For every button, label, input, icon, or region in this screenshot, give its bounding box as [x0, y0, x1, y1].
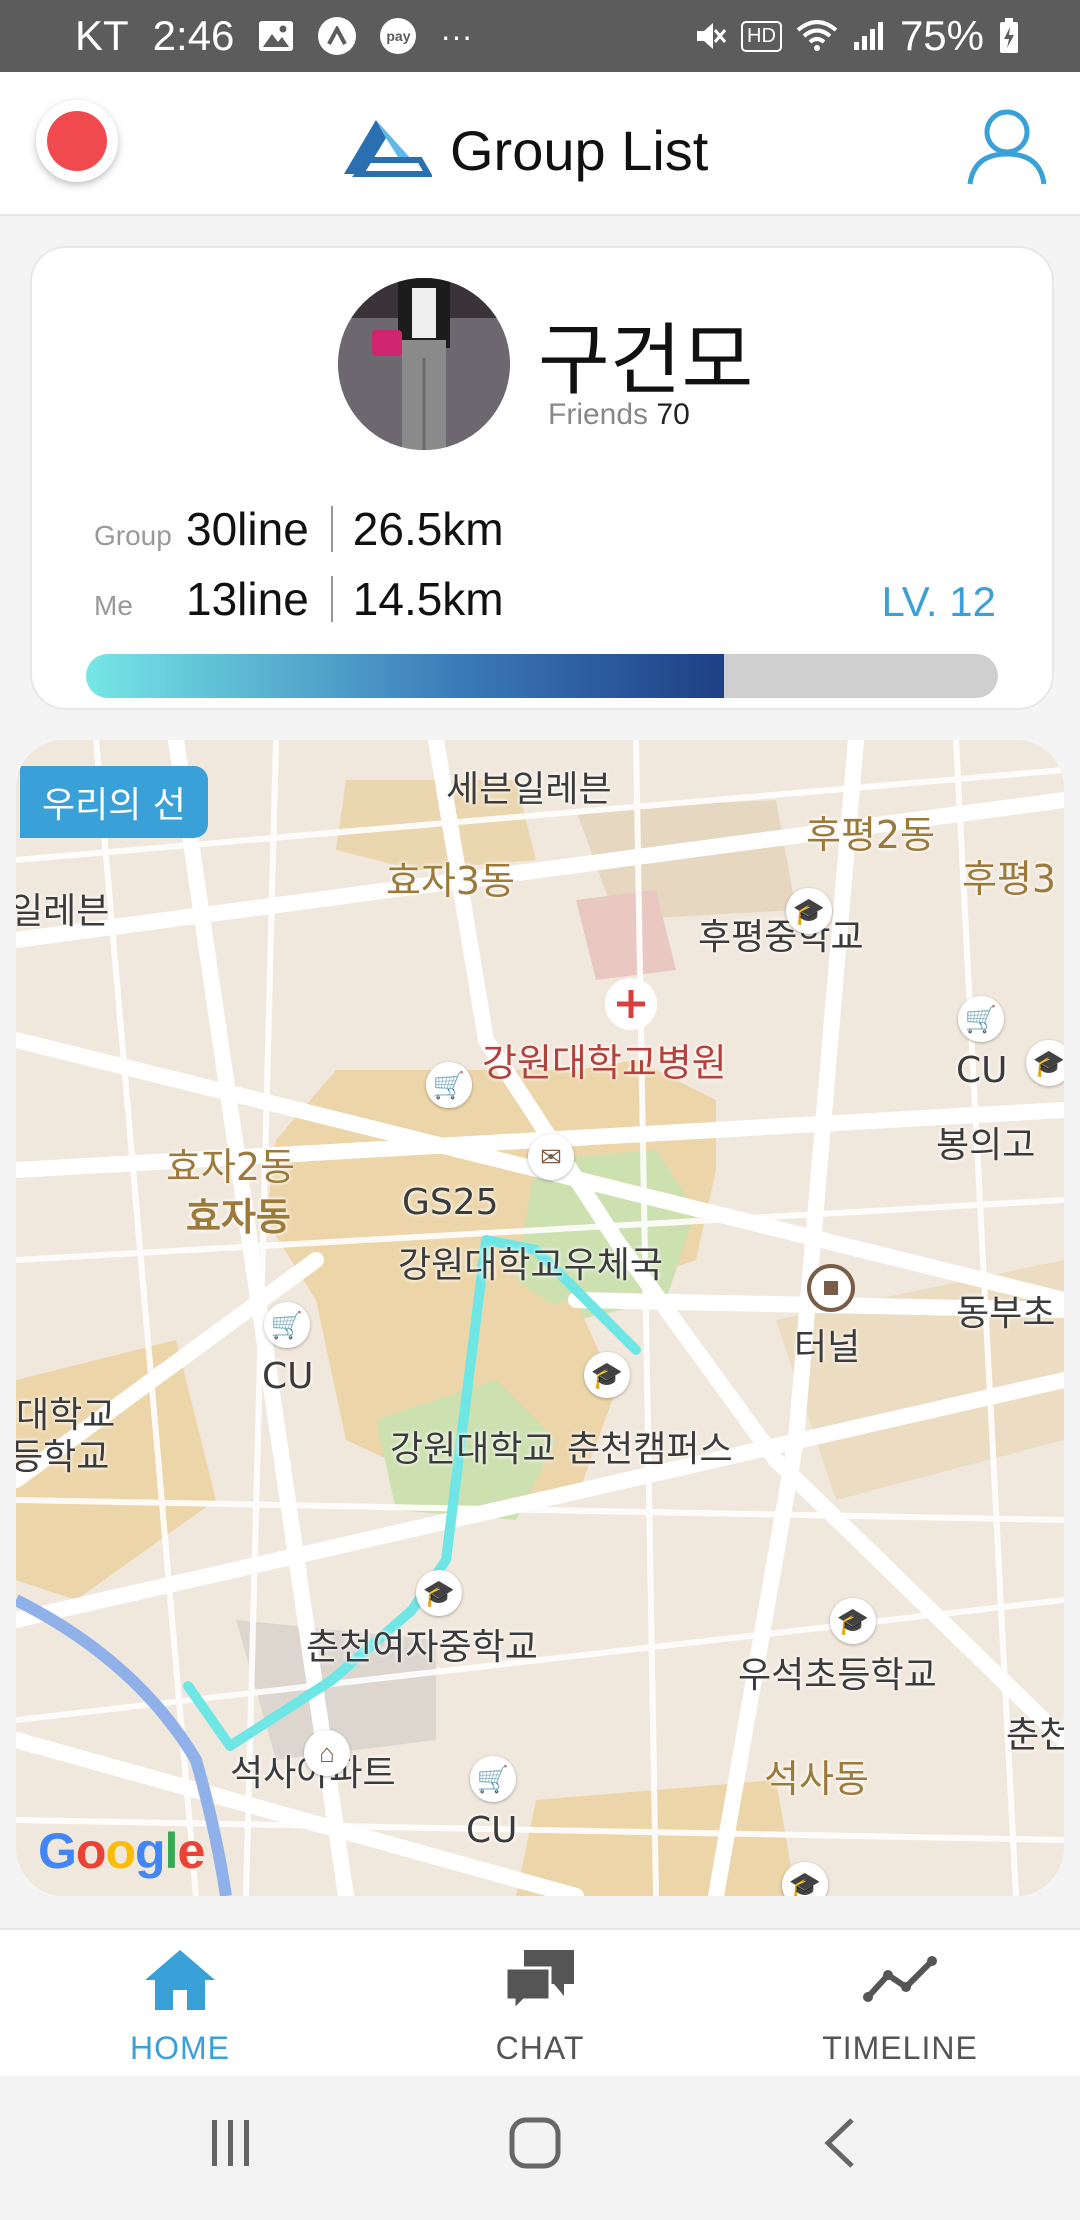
- recents-button[interactable]: [206, 2116, 256, 2175]
- chat-icon: [410, 1940, 670, 2020]
- home-icon: [50, 1940, 310, 2020]
- map-label: GS25: [402, 1182, 499, 1223]
- school-icon[interactable]: 🎓: [830, 1598, 876, 1644]
- status-bar: KT 2:46 pay ··· HD 75%: [0, 0, 1080, 72]
- map-canvas: [16, 740, 1064, 1896]
- map-label: 춘천: [1006, 1715, 1064, 1756]
- more-icon: ···: [440, 17, 473, 54]
- carrier-label: KT: [75, 12, 129, 59]
- bottom-nav: HOME CHAT TIMELINE: [0, 1928, 1080, 2078]
- mute-icon: [693, 19, 727, 53]
- map-label: 터널: [794, 1327, 861, 1368]
- system-nav-bar: [0, 2076, 1080, 2220]
- map-label: 강원대학교병원: [482, 1041, 727, 1085]
- me-stats: Me 13line 14.5km: [94, 572, 504, 626]
- level-progress-bar: [86, 654, 998, 698]
- home-system-icon: [509, 2117, 561, 2169]
- back-icon: [824, 2118, 854, 2168]
- signal-icon: [852, 20, 886, 52]
- home-system-button[interactable]: [508, 2116, 562, 2175]
- school-icon[interactable]: 🎓: [584, 1352, 630, 1398]
- nav-chat[interactable]: CHAT: [410, 1940, 670, 2067]
- divider: [330, 576, 333, 622]
- friends-label: Friends: [548, 398, 649, 431]
- map-label: 봉의고: [936, 1125, 1036, 1166]
- record-button[interactable]: [36, 100, 118, 182]
- wifi-icon: [796, 20, 838, 52]
- page-title: Group List: [450, 119, 709, 182]
- gallery-icon: [258, 20, 294, 52]
- app-header: Group List: [0, 72, 1080, 216]
- me-lines: 13line: [186, 573, 309, 625]
- back-button[interactable]: [820, 2116, 860, 2175]
- map-label: 일레븐: [16, 891, 110, 932]
- map-label: 강원대학교우체국: [398, 1245, 663, 1286]
- map-label: CU: [466, 1810, 518, 1851]
- map-label: 세븐일레븐: [446, 769, 612, 810]
- friends-number: 70: [656, 398, 690, 431]
- school-icon[interactable]: 🎓: [786, 888, 832, 934]
- map-label: 강원대학교 춘천캠퍼스: [390, 1429, 733, 1470]
- hd-icon: HD: [741, 20, 782, 52]
- group-label: Group: [94, 520, 172, 551]
- map-label: 등학교: [16, 1437, 110, 1478]
- divider: [330, 506, 333, 552]
- user-name: 구건모: [538, 316, 754, 406]
- map-label: 후평중학교: [698, 917, 864, 958]
- home-marker-icon[interactable]: ⌂: [304, 1730, 350, 1776]
- battery-icon: [998, 17, 1020, 55]
- group-stats: Group 30line 26.5km: [94, 502, 504, 556]
- user-icon: [967, 109, 1047, 185]
- map-label: 우석초등학교: [738, 1655, 937, 1696]
- map-label: 효자3동: [386, 859, 516, 903]
- nav-home-label: HOME: [130, 2030, 230, 2066]
- shopping-cart-icon[interactable]: 🛒: [470, 1756, 516, 1802]
- timeline-icon: [770, 1940, 1030, 2020]
- nav-timeline-label: TIMELINE: [822, 2030, 978, 2066]
- map-badge: 우리의 선: [20, 766, 208, 838]
- map-label: 효자2동: [166, 1145, 296, 1189]
- school-icon[interactable]: 🎓: [416, 1570, 462, 1616]
- map-label: 후평2동: [806, 813, 936, 857]
- map-label: CU: [956, 1050, 1008, 1091]
- map-label: 효자동: [186, 1195, 291, 1239]
- pay-icon: pay: [380, 18, 417, 54]
- map-view[interactable]: 우리의 선 세븐일레븐 후평2동 효자3동 후평3 일레븐 후평중학교 강원대학…: [16, 740, 1064, 1896]
- avatar[interactable]: [338, 278, 510, 450]
- shopping-cart-icon[interactable]: 🛒: [264, 1302, 310, 1348]
- nav-home[interactable]: HOME: [50, 1940, 310, 2067]
- shopping-cart-icon[interactable]: 🛒: [426, 1062, 472, 1108]
- nav-timeline[interactable]: TIMELINE: [770, 1940, 1030, 2067]
- me-km: 14.5km: [352, 573, 504, 625]
- header-title-group: Group List: [340, 116, 708, 185]
- map-label: 춘천여자중학교: [306, 1627, 538, 1668]
- map-label: CU: [262, 1356, 314, 1397]
- map-label: 후평3: [962, 857, 1057, 901]
- group-km: 26.5km: [352, 503, 504, 555]
- profile-card: 구건모 Friends 70 Group 30line 26.5km Me 13…: [30, 246, 1054, 710]
- clock: 2:46: [152, 12, 235, 59]
- level-progress-fill: [86, 654, 725, 698]
- shopping-cart-icon[interactable]: 🛒: [958, 996, 1004, 1042]
- logo-icon: [340, 116, 434, 185]
- a-icon: [318, 17, 357, 55]
- level-label: LV. 12: [881, 578, 996, 625]
- map-label: 석사동: [764, 1757, 869, 1801]
- group-lines: 30line: [186, 503, 309, 555]
- record-icon: [47, 111, 107, 171]
- me-label: Me: [94, 590, 133, 621]
- friends-count[interactable]: Friends 70: [548, 398, 690, 432]
- profile-button[interactable]: [964, 102, 1050, 188]
- google-logo: Google: [38, 1823, 205, 1879]
- map-label: 동부초: [956, 1293, 1056, 1334]
- avatar-photo: [338, 278, 510, 450]
- mail-icon[interactable]: ✉: [528, 1134, 574, 1180]
- nav-chat-label: CHAT: [495, 2030, 585, 2066]
- school-icon[interactable]: 🎓: [1026, 1040, 1064, 1086]
- recents-icon: [212, 2120, 249, 2166]
- battery-percent: 75%: [899, 12, 984, 59]
